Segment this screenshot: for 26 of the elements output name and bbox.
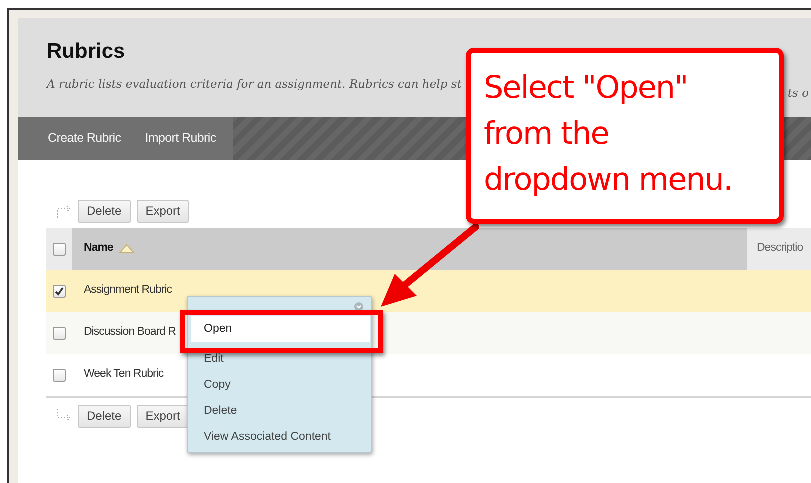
row-checkbox[interactable] [52,326,66,340]
row-checkbox[interactable] [52,284,66,298]
corner-arrow-icon [56,409,72,423]
row-name[interactable]: Week Ten Rubric [84,366,164,384]
table-button[interactable]: Export [136,404,190,428]
corner-arrow-icon [56,204,72,218]
row-name[interactable]: Discussion Board R [84,324,176,342]
column-header[interactable]: Name [84,240,114,258]
menu-item[interactable]: Open [191,316,370,342]
menu-item[interactable]: View Associated Content [191,424,370,450]
description-fragment: ts o [788,85,809,102]
close-icon[interactable] [354,302,364,312]
row-checkbox[interactable] [52,368,66,382]
action-bar-button[interactable]: Import Rubric [138,117,234,160]
page-title: Rubrics [47,39,126,65]
table-button[interactable]: Delete [78,404,131,428]
select-all-checkbox[interactable] [52,242,66,256]
row-name[interactable]: Assignment Rubric [84,282,172,300]
column-header[interactable]: Descriptio [747,228,811,270]
menu-item[interactable]: Delete [191,398,370,424]
action-bar-button[interactable]: Create Rubric [18,117,138,160]
menu-item[interactable]: Copy [191,372,370,398]
table-button[interactable]: Delete [78,200,131,222]
page-description: A rubric lists evaluation criteria for an assignment. Rubrics can help st [47,76,462,93]
table-button[interactable]: Export [136,200,190,222]
callout-text: Select "Open" from the dropdown menu. [484,69,734,200]
